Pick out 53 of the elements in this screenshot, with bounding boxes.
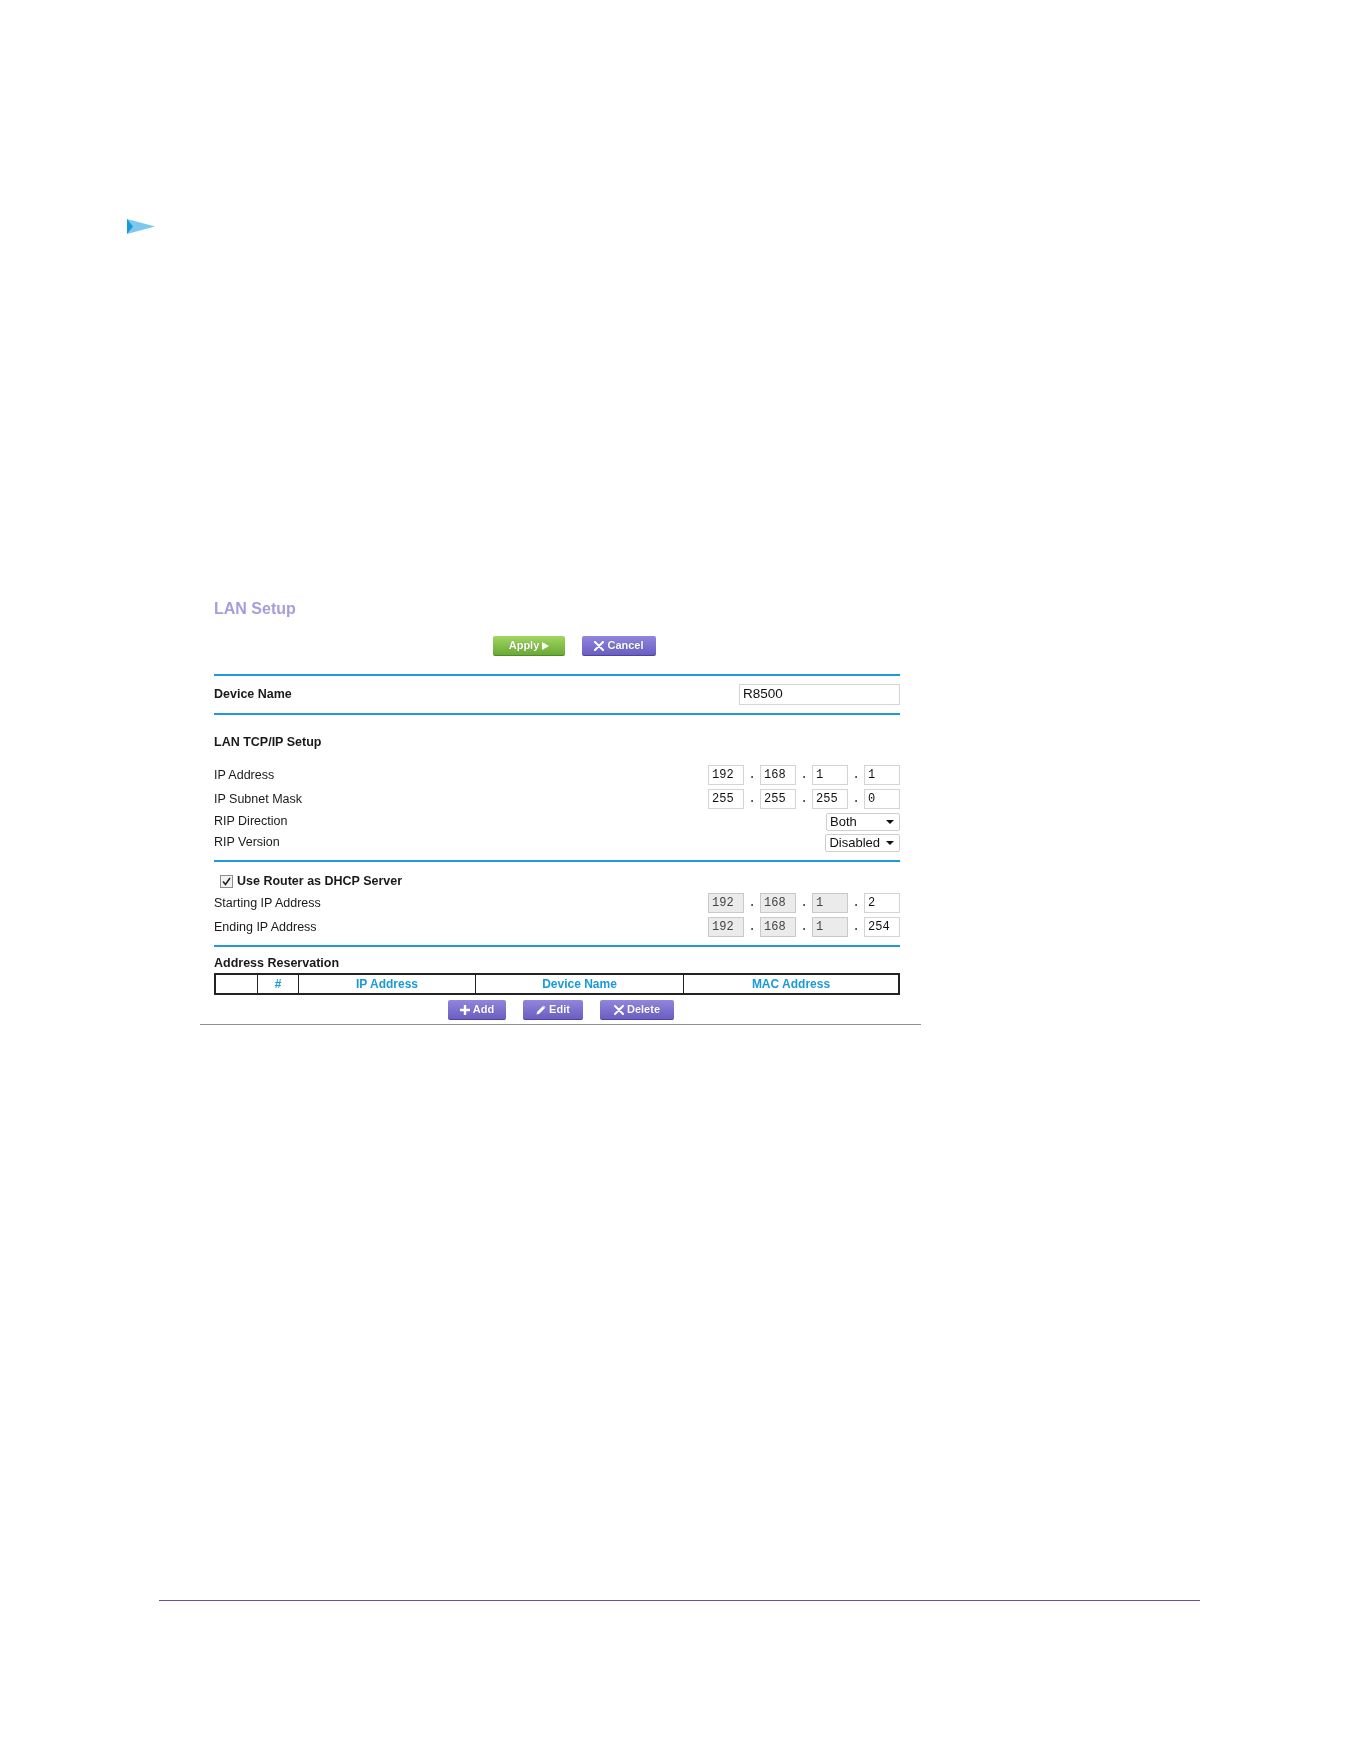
octet-separator: . xyxy=(799,767,809,784)
octet-separator: . xyxy=(851,919,861,936)
octet-separator: . xyxy=(747,791,757,808)
edit-button[interactable]: Edit xyxy=(523,1000,583,1020)
field-label: Starting IP Address xyxy=(214,894,321,912)
pencil-icon xyxy=(536,1004,547,1015)
octet-separator: . xyxy=(747,767,757,784)
field-label: RIP Version xyxy=(214,834,280,852)
column-header: IP Address xyxy=(298,975,475,993)
close-icon xyxy=(614,1004,624,1015)
dropdown-select[interactable]: Both xyxy=(826,812,900,831)
column-header: # xyxy=(257,975,298,993)
octet-separator: . xyxy=(799,895,809,912)
field-label: RIP Direction xyxy=(214,813,288,831)
ip-octet-field[interactable]: 192 xyxy=(708,765,744,785)
ip-octet-field[interactable]: 255 xyxy=(760,789,796,809)
section-heading: LAN TCP/IP Setup xyxy=(214,734,323,750)
octet-separator: . xyxy=(799,919,809,936)
octet-separator: . xyxy=(747,895,757,912)
field-label: IP Subnet Mask xyxy=(214,790,302,808)
page-title: LAN Setup xyxy=(214,599,297,619)
close-icon xyxy=(594,640,605,651)
add-button[interactable]: Add xyxy=(448,1000,506,1020)
column-header: Device Name xyxy=(475,975,683,993)
octet-separator: . xyxy=(799,791,809,808)
column-header: MAC Address xyxy=(683,975,898,993)
triangle-bullet-icon xyxy=(127,219,155,234)
cancel-button[interactable]: Cancel xyxy=(582,636,656,656)
checkbox[interactable] xyxy=(220,874,233,888)
field-label: Ending IP Address xyxy=(214,918,317,936)
octet-separator: . xyxy=(747,919,757,936)
ip-octet-field[interactable]: 1 xyxy=(864,765,900,785)
octet-separator: . xyxy=(851,791,861,808)
plus-icon xyxy=(459,1004,470,1015)
dropdown-caret-icon xyxy=(886,819,894,824)
ip-octet-field[interactable]: 168 xyxy=(760,765,796,785)
ip-octet-field[interactable]: 2 xyxy=(864,893,900,913)
field-label: IP Address xyxy=(214,766,275,784)
ip-octet-field[interactable]: 255 xyxy=(708,789,744,809)
octet-separator: . xyxy=(851,767,861,784)
dropdown-select[interactable]: Disabled xyxy=(825,833,900,852)
section-heading: Address Reservation xyxy=(214,955,341,971)
ip-octet-field[interactable]: 0 xyxy=(864,789,900,809)
play-triangle-icon xyxy=(542,641,550,650)
field-label: Device Name xyxy=(214,686,292,704)
ip-octet-field[interactable]: 254 xyxy=(864,917,900,937)
ip-octet-field[interactable]: 1 xyxy=(812,765,848,785)
dropdown-caret-icon xyxy=(886,840,894,845)
ip-octet-field[interactable]: 255 xyxy=(812,789,848,809)
delete-button[interactable]: Delete xyxy=(600,1000,674,1020)
device-name-field[interactable]: R8500 xyxy=(739,684,900,705)
checkbox-label: Use Router as DHCP Server xyxy=(237,872,403,890)
octet-separator: . xyxy=(851,895,861,912)
